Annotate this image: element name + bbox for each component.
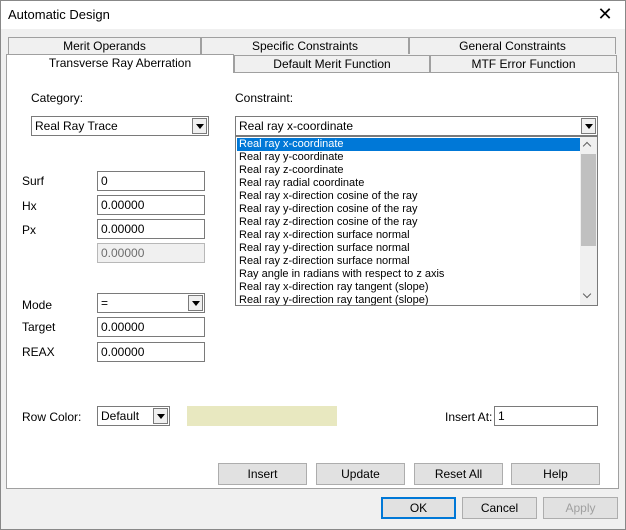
title-bar: Automatic Design ✕ (1, 1, 625, 29)
dropdown-option[interactable]: Real ray radial coordinate (237, 177, 581, 190)
chevron-down-icon[interactable] (188, 295, 203, 311)
tab-default-merit-function[interactable]: Default Merit Function (234, 55, 430, 72)
reax-field[interactable]: 0.00000 (97, 342, 205, 362)
close-icon[interactable]: ✕ (595, 4, 615, 24)
dropdown-option[interactable]: Real ray z-direction surface normal (237, 255, 581, 268)
insert-at-label: Insert At: (445, 410, 493, 424)
dropdown-option[interactable]: Real ray y-direction cosine of the ray (237, 203, 581, 216)
insert-button[interactable]: Insert (218, 463, 307, 485)
constraint-value: Real ray x-coordinate (239, 119, 354, 133)
tab-general-constraints[interactable]: General Constraints (409, 37, 616, 54)
category-select[interactable]: Real Ray Trace (31, 116, 209, 136)
reset-all-button[interactable]: Reset All (414, 463, 503, 485)
dropdown-option[interactable]: Real ray x-direction ray tangent (slope) (237, 281, 581, 294)
dropdown-option[interactable]: Ray angle in radians with respect to z a… (237, 268, 581, 281)
surf-label: Surf (22, 174, 45, 188)
scroll-down-icon[interactable] (580, 288, 597, 305)
hx-label: Hx (22, 199, 37, 213)
dropdown-option[interactable]: Real ray x-coordinate (237, 138, 581, 151)
row-color-label: Row Color: (22, 410, 82, 424)
ok-button[interactable]: OK (381, 497, 456, 519)
cancel-button[interactable]: Cancel (462, 497, 537, 519)
constraint-select[interactable]: Real ray x-coordinate (235, 116, 598, 136)
mode-label: Mode (22, 298, 53, 312)
target-field[interactable]: 0.00000 (97, 317, 205, 337)
help-button[interactable]: Help (511, 463, 600, 485)
row-color-select[interactable]: Default (97, 406, 170, 426)
px-label: Px (22, 223, 37, 237)
dropdown-option[interactable]: Real ray x-direction cosine of the ray (237, 190, 581, 203)
category-value: Real Ray Trace (35, 119, 118, 133)
tab-label: Transverse Ray Aberration (48, 56, 192, 70)
surf-field[interactable]: 0 (97, 171, 205, 191)
tab-label: General Constraints (459, 39, 566, 53)
chevron-down-icon[interactable] (192, 118, 207, 134)
tab-label: MTF Error Function (471, 57, 576, 71)
constraint-dropdown-list[interactable]: Real ray x-coordinate Real ray y-coordin… (235, 136, 598, 306)
dropdown-option[interactable]: Real ray x-direction surface normal (237, 229, 581, 242)
chevron-down-icon[interactable] (581, 118, 596, 134)
category-label: Category: (31, 91, 84, 105)
hx-field[interactable]: 0.00000 (97, 195, 205, 215)
disabled-field: 0.00000 (97, 243, 205, 263)
tab-mtf-error-function[interactable]: MTF Error Function (430, 55, 617, 72)
window-title: Automatic Design (8, 7, 110, 22)
tab-specific-constraints[interactable]: Specific Constraints (201, 37, 409, 54)
tab-label: Specific Constraints (251, 39, 359, 53)
dropdown-option[interactable]: Real ray y-direction ray tangent (slope) (237, 294, 581, 305)
dropdown-option[interactable]: Real ray z-direction cosine of the ray (237, 216, 581, 229)
row-color-swatch (187, 406, 337, 426)
scroll-up-icon[interactable] (580, 137, 597, 154)
tab-merit-operands[interactable]: Merit Operands (8, 37, 201, 54)
update-button[interactable]: Update (316, 463, 405, 485)
mode-select[interactable]: = (97, 293, 205, 313)
dropdown-option[interactable]: Real ray y-direction surface normal (237, 242, 581, 255)
px-field[interactable]: 0.00000 (97, 219, 205, 239)
insert-at-field[interactable]: 1 (494, 406, 598, 426)
row-color-value: Default (101, 409, 140, 423)
tab-label: Default Merit Function (273, 57, 391, 71)
tab-transverse-ray-aberration[interactable]: Transverse Ray Aberration (6, 54, 234, 73)
tab-label: Merit Operands (63, 39, 146, 53)
dropdown-option[interactable]: Real ray z-coordinate (237, 164, 581, 177)
dropdown-scrollbar[interactable] (580, 137, 597, 305)
mode-value: = (101, 296, 109, 310)
chevron-down-icon[interactable] (153, 408, 168, 424)
reax-label: REAX (22, 345, 55, 359)
apply-button: Apply (543, 497, 618, 519)
target-label: Target (22, 320, 56, 334)
automatic-design-dialog: Automatic Design ✕ Merit Operands Specif… (0, 0, 626, 530)
dropdown-option[interactable]: Real ray y-coordinate (237, 151, 581, 164)
scrollbar-thumb[interactable] (581, 154, 596, 246)
constraint-label: Constraint: (235, 91, 294, 105)
